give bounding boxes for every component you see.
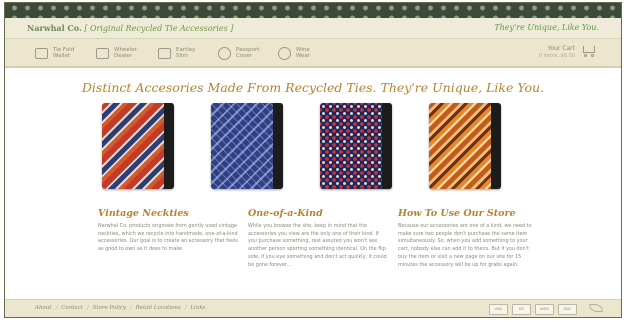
tagline: They're Unique, Like You. (494, 23, 599, 32)
product-navy-patterned-tie-wallet[interactable] (320, 103, 392, 189)
separator: / (130, 305, 132, 311)
main-nav: Tie Fold Wallet Wheeler Dealer Eartley S… (5, 39, 621, 68)
passport-icon (218, 46, 231, 60)
column-body: Because our accessories are one of a kin… (398, 223, 532, 268)
nav-item-wheeler-dealer[interactable]: Wheeler Dealer (96, 43, 144, 63)
nav-label: Wheeler Dealer (114, 46, 137, 60)
separator: / (184, 305, 187, 311)
cart-title: Your Cart (547, 45, 575, 52)
brand-subtitle: [ Original Recycled Tie Accessories ] (84, 24, 234, 33)
product-blue-paisley-tie-wallet[interactable] (211, 103, 283, 189)
top-bar: Narwhal Co. [ Original Recycled Tie Acce… (5, 18, 621, 39)
wine-icon (278, 46, 291, 60)
nav-label: Eartley Slim (176, 46, 196, 60)
wallet-band (273, 103, 283, 189)
wallet-band (491, 103, 501, 189)
separator: / (87, 305, 89, 311)
nav-item-eartley-slim[interactable]: Eartley Slim (158, 43, 206, 63)
brand[interactable]: Narwhal Co. [ Original Recycled Tie Acce… (27, 23, 233, 33)
column-title: Vintage Neckties (98, 208, 189, 219)
nav-label: Wine Wear (296, 46, 311, 60)
cart-icon (581, 45, 597, 57)
separator: / (55, 305, 58, 311)
cart-text: Your Cart 0 items, $0.00 (539, 45, 575, 59)
info-column-one-of-a-kind: One-of-a-Kind While you browse the site,… (248, 208, 388, 269)
footer-link-contact[interactable]: Contact (61, 305, 83, 311)
footer-link-store-policy[interactable]: Store Policy (93, 305, 126, 311)
product-orange-striped-tie-wallet[interactable] (429, 103, 501, 189)
cart-subtitle: 0 items, $0.00 (538, 53, 575, 59)
page-frame: Narwhal Co. [ Original Recycled Tie Acce… (4, 2, 622, 318)
wallet-band (382, 103, 392, 189)
footer-link-links[interactable]: Links (190, 305, 205, 311)
dotted-header-band (5, 3, 621, 18)
nav-item-wine-wear[interactable]: Wine Wear (278, 43, 326, 63)
footer-link-about[interactable]: About (35, 305, 52, 311)
discover-card-icon: DISC (558, 304, 577, 315)
nav-label: Passport Cover (236, 46, 260, 60)
brand-name: Narwhal Co. (27, 23, 82, 33)
card-icon (96, 47, 109, 59)
wallet-icon (35, 47, 48, 59)
leaf-icon (589, 304, 603, 312)
info-column-how-to-use-store: How To Use Our Store Because our accesso… (398, 208, 538, 269)
column-body: Narwhal Co. products originate from gent… (98, 223, 238, 253)
wallet-band (164, 103, 174, 189)
slim-wallet-icon (158, 47, 171, 59)
footer: About / Contact / Store Policy / Retail Loc… (5, 299, 621, 317)
column-title: How To Use Our Store (398, 208, 516, 219)
mastercard-icon: MC (512, 304, 531, 315)
visa-card-icon: VISA (489, 304, 508, 315)
column-body: While you browse the site, keep in mind … (248, 223, 387, 268)
nav-item-passport-cover[interactable]: Passport Cover (218, 43, 266, 63)
info-column-vintage-neckties: Vintage Neckties Narwhal Co. products or… (98, 208, 238, 254)
nav-item-tie-fold-wallet[interactable]: Tie Fold Wallet (35, 43, 83, 63)
column-title: One-of-a-Kind (248, 208, 323, 219)
cart-button[interactable]: Your Cart 0 items, $0.00 (539, 45, 597, 59)
footer-links: About / Contact / Store Policy / Retail Loc… (35, 305, 208, 311)
footer-link-retail-locations[interactable]: Retail Locations (136, 305, 181, 311)
nav-label: Tie Fold Wallet (53, 46, 75, 60)
amex-card-icon: AMEX (535, 304, 554, 315)
payment-methods: VISA MC AMEX DISC (489, 304, 577, 315)
page-headline: Distinct Accesories Made From Recycled T… (81, 80, 545, 95)
product-red-striped-tie-wallet[interactable] (102, 103, 174, 189)
